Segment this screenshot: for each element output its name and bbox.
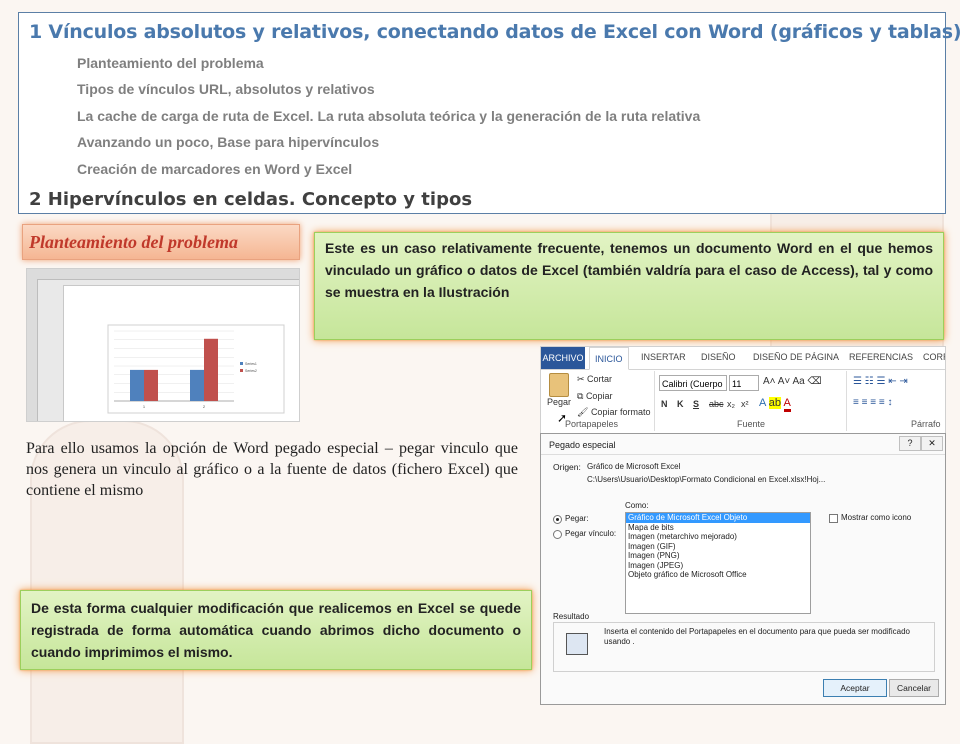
toc-item[interactable]: Creación de marcadores en Word y Excel xyxy=(77,161,352,177)
vertical-ruler xyxy=(27,279,38,421)
dialog-title: Pegado especial xyxy=(549,440,616,450)
italic-button[interactable]: K xyxy=(677,399,684,409)
close-button[interactable]: ✕ xyxy=(921,436,943,451)
paste-special-dialog: Pegado especial ? ✕ Origen: Gráfico de M… xyxy=(540,433,946,705)
origin-label: Origen: xyxy=(553,462,581,472)
paste-link-radio-label: Pegar vínculo: xyxy=(565,529,617,538)
tab-insertar[interactable]: INSERTAR xyxy=(641,352,686,362)
font-size-select[interactable]: 11 xyxy=(729,375,759,391)
tab-inicio[interactable]: INICIO xyxy=(589,347,629,370)
font-name-select[interactable]: Calibri (Cuerpo xyxy=(659,375,727,391)
underline-button[interactable]: S xyxy=(693,399,699,409)
toc-section-1[interactable]: 1 Vínculos absolutos y relativos, conect… xyxy=(29,21,960,43)
list-item[interactable]: Imagen (metarchivo mejorado) xyxy=(626,532,810,542)
origin-value: Gráfico de Microsoft Excel xyxy=(587,462,681,471)
paste-result-icon xyxy=(566,633,588,655)
paste-radio[interactable] xyxy=(553,515,562,524)
paste-button[interactable]: Pegar xyxy=(547,397,571,407)
paste-radio-label: Pegar: xyxy=(565,514,589,523)
list-item[interactable]: Objeto gráfico de Microsoft Office xyxy=(626,570,810,580)
embedded-chart: 1 2Series1Series2 xyxy=(107,324,285,414)
list-item[interactable]: Imagen (PNG) xyxy=(626,551,810,561)
show-as-icon-label: Mostrar como icono xyxy=(841,513,912,522)
bold-button[interactable]: N xyxy=(661,399,668,409)
toc-item[interactable]: Planteamiento del problema xyxy=(77,55,264,71)
list-buttons-icon[interactable]: ☰ ☷ ☰ ⇤ ⇥ xyxy=(853,376,908,387)
result-label: Resultado xyxy=(553,612,590,621)
result-text: Inserta el contenido del Portapapeles en… xyxy=(604,627,910,646)
chart-bar xyxy=(204,338,218,401)
toc-section-2[interactable]: 2 Hipervínculos en celdas. Concepto y ti… xyxy=(29,189,472,210)
strikethrough-button[interactable]: abc xyxy=(709,399,724,409)
cut-button[interactable]: ✂ Cortar xyxy=(577,374,612,385)
body-paragraph: Para ello usamos la opción de Word pegad… xyxy=(26,440,518,499)
result-box: Inserta el contenido del Portapapeles en… xyxy=(553,622,935,672)
list-item[interactable]: Imagen (GIF) xyxy=(626,542,810,552)
divider xyxy=(654,371,655,431)
table-of-contents: 1 Vínculos absolutos y relativos, conect… xyxy=(18,12,960,214)
group-label-paragraph: Párrafo xyxy=(911,419,941,429)
callout-top: Este es un caso relativamente frecuente,… xyxy=(314,232,944,340)
copy-icon: ⧉ xyxy=(577,391,586,401)
accept-button[interactable]: Aceptar xyxy=(823,679,887,697)
grow-font-icon[interactable]: A˄ A˅ Aa ⌫ xyxy=(763,376,822,387)
callout-bottom: De esta forma cualquier modificación que… xyxy=(20,590,532,670)
legend-label: Series1 xyxy=(245,362,257,366)
section-heading: Planteamiento del problema xyxy=(22,224,300,260)
origin-path: C:\Users\Usuario\Desktop\Formato Condici… xyxy=(587,475,826,484)
tab-correspondencia[interactable]: CORR xyxy=(923,352,945,362)
tab-referencias[interactable]: REFERENCIAS xyxy=(849,352,913,362)
paste-as-listbox[interactable]: Gráfico de Microsoft Excel Objeto Mapa d… xyxy=(625,512,811,614)
subscript-button[interactable]: x₂ xyxy=(727,399,735,409)
paste-icon[interactable] xyxy=(549,373,569,397)
legend-swatch xyxy=(240,369,243,372)
brush-icon: 🖌 xyxy=(577,407,591,417)
toc-item[interactable]: Avanzando un poco, Base para hipervíncul… xyxy=(77,134,379,150)
callout-top-text: Este es un caso relativamente frecuente,… xyxy=(325,240,933,300)
como-label: Como: xyxy=(625,501,649,510)
show-as-icon-checkbox[interactable] xyxy=(829,514,838,523)
list-item[interactable]: Imagen (JPEG) xyxy=(626,561,810,571)
legend-label: Series2 xyxy=(245,369,257,373)
divider xyxy=(846,371,847,431)
alignment-buttons-icon[interactable]: ≡ ≡ ≡ ≡ ↕ xyxy=(853,397,892,408)
document-page: 1 2 Series1 Series2 xyxy=(63,285,299,421)
horizontal-ruler xyxy=(27,269,299,280)
chart-bar xyxy=(144,369,158,401)
callout-bottom-text: De esta forma cualquier modificación que… xyxy=(31,600,521,660)
ribbon-tabs: ARCHIVO INICIO INSERTAR DISEÑO DISEÑO DE… xyxy=(541,347,945,370)
toc-item[interactable]: La cache de carga de ruta de Excel. La r… xyxy=(77,108,700,124)
legend-swatch xyxy=(240,362,243,365)
copy-button[interactable]: ⧉ Copiar xyxy=(577,391,612,402)
format-painter-button[interactable]: 🖌 Copiar formato xyxy=(577,407,650,418)
word-document-thumbnail: 1 2 Series1 Series2 xyxy=(26,268,300,422)
tab-archivo[interactable]: ARCHIVO xyxy=(541,347,585,369)
superscript-button[interactable]: x² xyxy=(741,399,749,409)
toc-item[interactable]: Tipos de vínculos URL, absolutos y relat… xyxy=(77,81,375,97)
group-label-clipboard: Portapapeles xyxy=(565,419,619,429)
ribbon: ARCHIVO INICIO INSERTAR DISEÑO DISEÑO DE… xyxy=(540,346,946,438)
chart-bar xyxy=(190,369,204,401)
divider xyxy=(541,454,945,455)
chart-bar xyxy=(130,369,144,401)
tab-diseno[interactable]: DISEÑO xyxy=(701,352,736,362)
group-label-font: Fuente xyxy=(737,419,766,429)
paste-link-radio[interactable] xyxy=(553,530,562,539)
cancel-button[interactable]: Cancelar xyxy=(889,679,939,697)
scissors-icon: ✂ xyxy=(577,374,588,384)
list-item[interactable]: Mapa de bits xyxy=(626,523,810,533)
section-heading-text: Planteamiento del problema xyxy=(29,232,238,252)
text-effects-icon[interactable]: A ab A xyxy=(759,397,791,412)
help-button[interactable]: ? xyxy=(899,436,921,451)
list-item[interactable]: Gráfico de Microsoft Excel Objeto xyxy=(626,513,810,523)
tab-diseno-pagina[interactable]: DISEÑO DE PÁGINA xyxy=(753,352,839,362)
